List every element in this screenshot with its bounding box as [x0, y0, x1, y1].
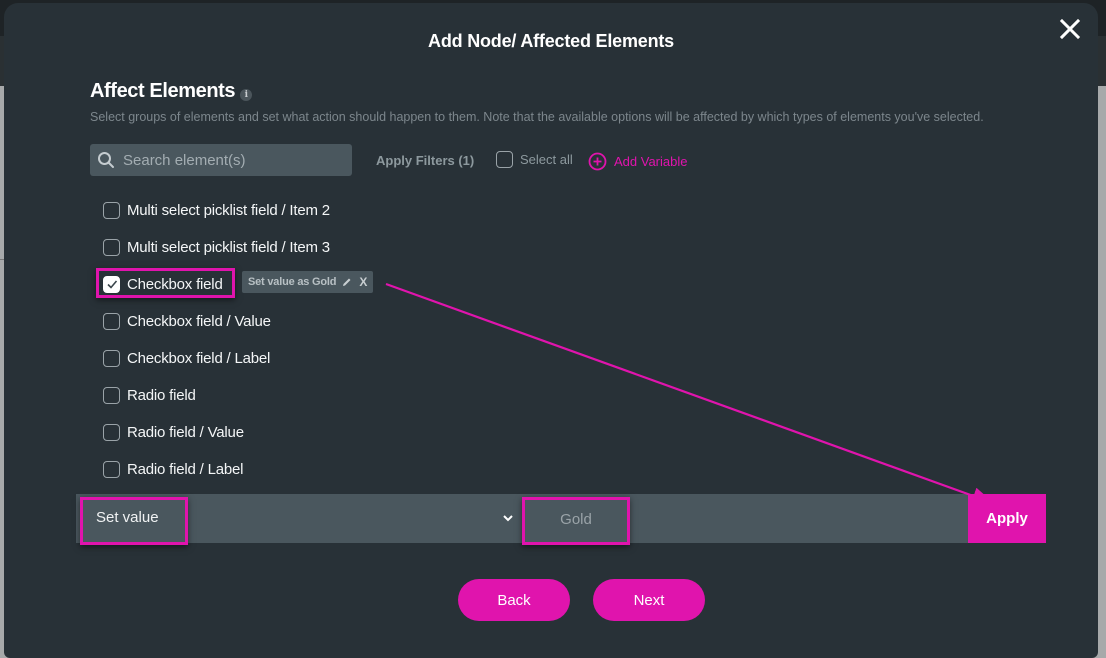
- close-icon: [1059, 18, 1081, 40]
- element-label: Radio field / Value: [127, 423, 244, 441]
- section-title-text: Affect Elements: [90, 80, 236, 102]
- search-field[interactable]: [90, 144, 352, 176]
- annotation-highlight-checkbox-field: [96, 268, 235, 298]
- select-all-box[interactable]: [496, 151, 513, 168]
- info-icon[interactable]: i: [240, 88, 253, 101]
- element-label: Multi select picklist field / Item 2: [127, 201, 330, 219]
- search-icon: [98, 152, 114, 168]
- pencil-icon: [343, 278, 351, 286]
- element-checkbox[interactable]: [103, 349, 120, 367]
- x-icon[interactable]: X: [359, 275, 367, 289]
- select-all-label: Select all: [520, 152, 573, 167]
- section-description: Select groups of elements and set what a…: [90, 110, 984, 124]
- plus-circle-icon: [588, 152, 607, 171]
- element-item[interactable]: Checkbox field / Value: [100, 308, 271, 334]
- element-item[interactable]: Multi select picklist field / Item 2: [100, 197, 330, 223]
- action-tag-label: Set value as Gold: [248, 276, 337, 288]
- element-checkbox[interactable]: [103, 460, 120, 478]
- add-variable-button[interactable]: Add Variable: [588, 152, 687, 171]
- element-checkbox[interactable]: [103, 201, 120, 219]
- action-tag: Set value as Gold X: [242, 271, 374, 293]
- apply-button[interactable]: Apply: [968, 494, 1046, 543]
- element-label: Checkbox field / Label: [127, 349, 271, 367]
- element-label: Radio field / Label: [127, 460, 244, 478]
- select-all-checkbox[interactable]: Select all: [496, 151, 573, 168]
- search-input[interactable]: [123, 151, 343, 169]
- add-variable-label: Add Variable: [614, 154, 688, 169]
- apply-filters-button[interactable]: Apply Filters (1): [376, 153, 474, 168]
- element-label: Radio field: [127, 386, 196, 404]
- element-label: Checkbox field / Value: [127, 312, 271, 330]
- section-title: Affect Elements i: [90, 80, 253, 103]
- close-button[interactable]: [1058, 17, 1082, 41]
- element-item[interactable]: Checkbox field / Label: [100, 345, 270, 371]
- element-item[interactable]: Multi select picklist field / Item 3: [100, 234, 330, 260]
- element-item[interactable]: Radio field / Label: [100, 456, 243, 482]
- annotation-highlight-gold: [522, 497, 630, 545]
- chevron-down-icon: [503, 515, 513, 522]
- element-item[interactable]: Radio field: [100, 382, 196, 408]
- edit-tag-button[interactable]: [342, 277, 352, 287]
- element-checkbox[interactable]: [103, 386, 120, 404]
- element-checkbox[interactable]: [103, 238, 120, 256]
- annotation-highlight-set-value: [80, 497, 188, 545]
- element-item[interactable]: Radio field / Value: [100, 419, 244, 445]
- element-checkbox[interactable]: [103, 423, 120, 441]
- back-button[interactable]: Back: [458, 579, 570, 621]
- modal-title: Add Node/ Affected Elements: [428, 31, 674, 51]
- element-checkbox[interactable]: [103, 312, 120, 330]
- next-button[interactable]: Next: [593, 579, 705, 621]
- element-label: Multi select picklist field / Item 3: [127, 238, 330, 256]
